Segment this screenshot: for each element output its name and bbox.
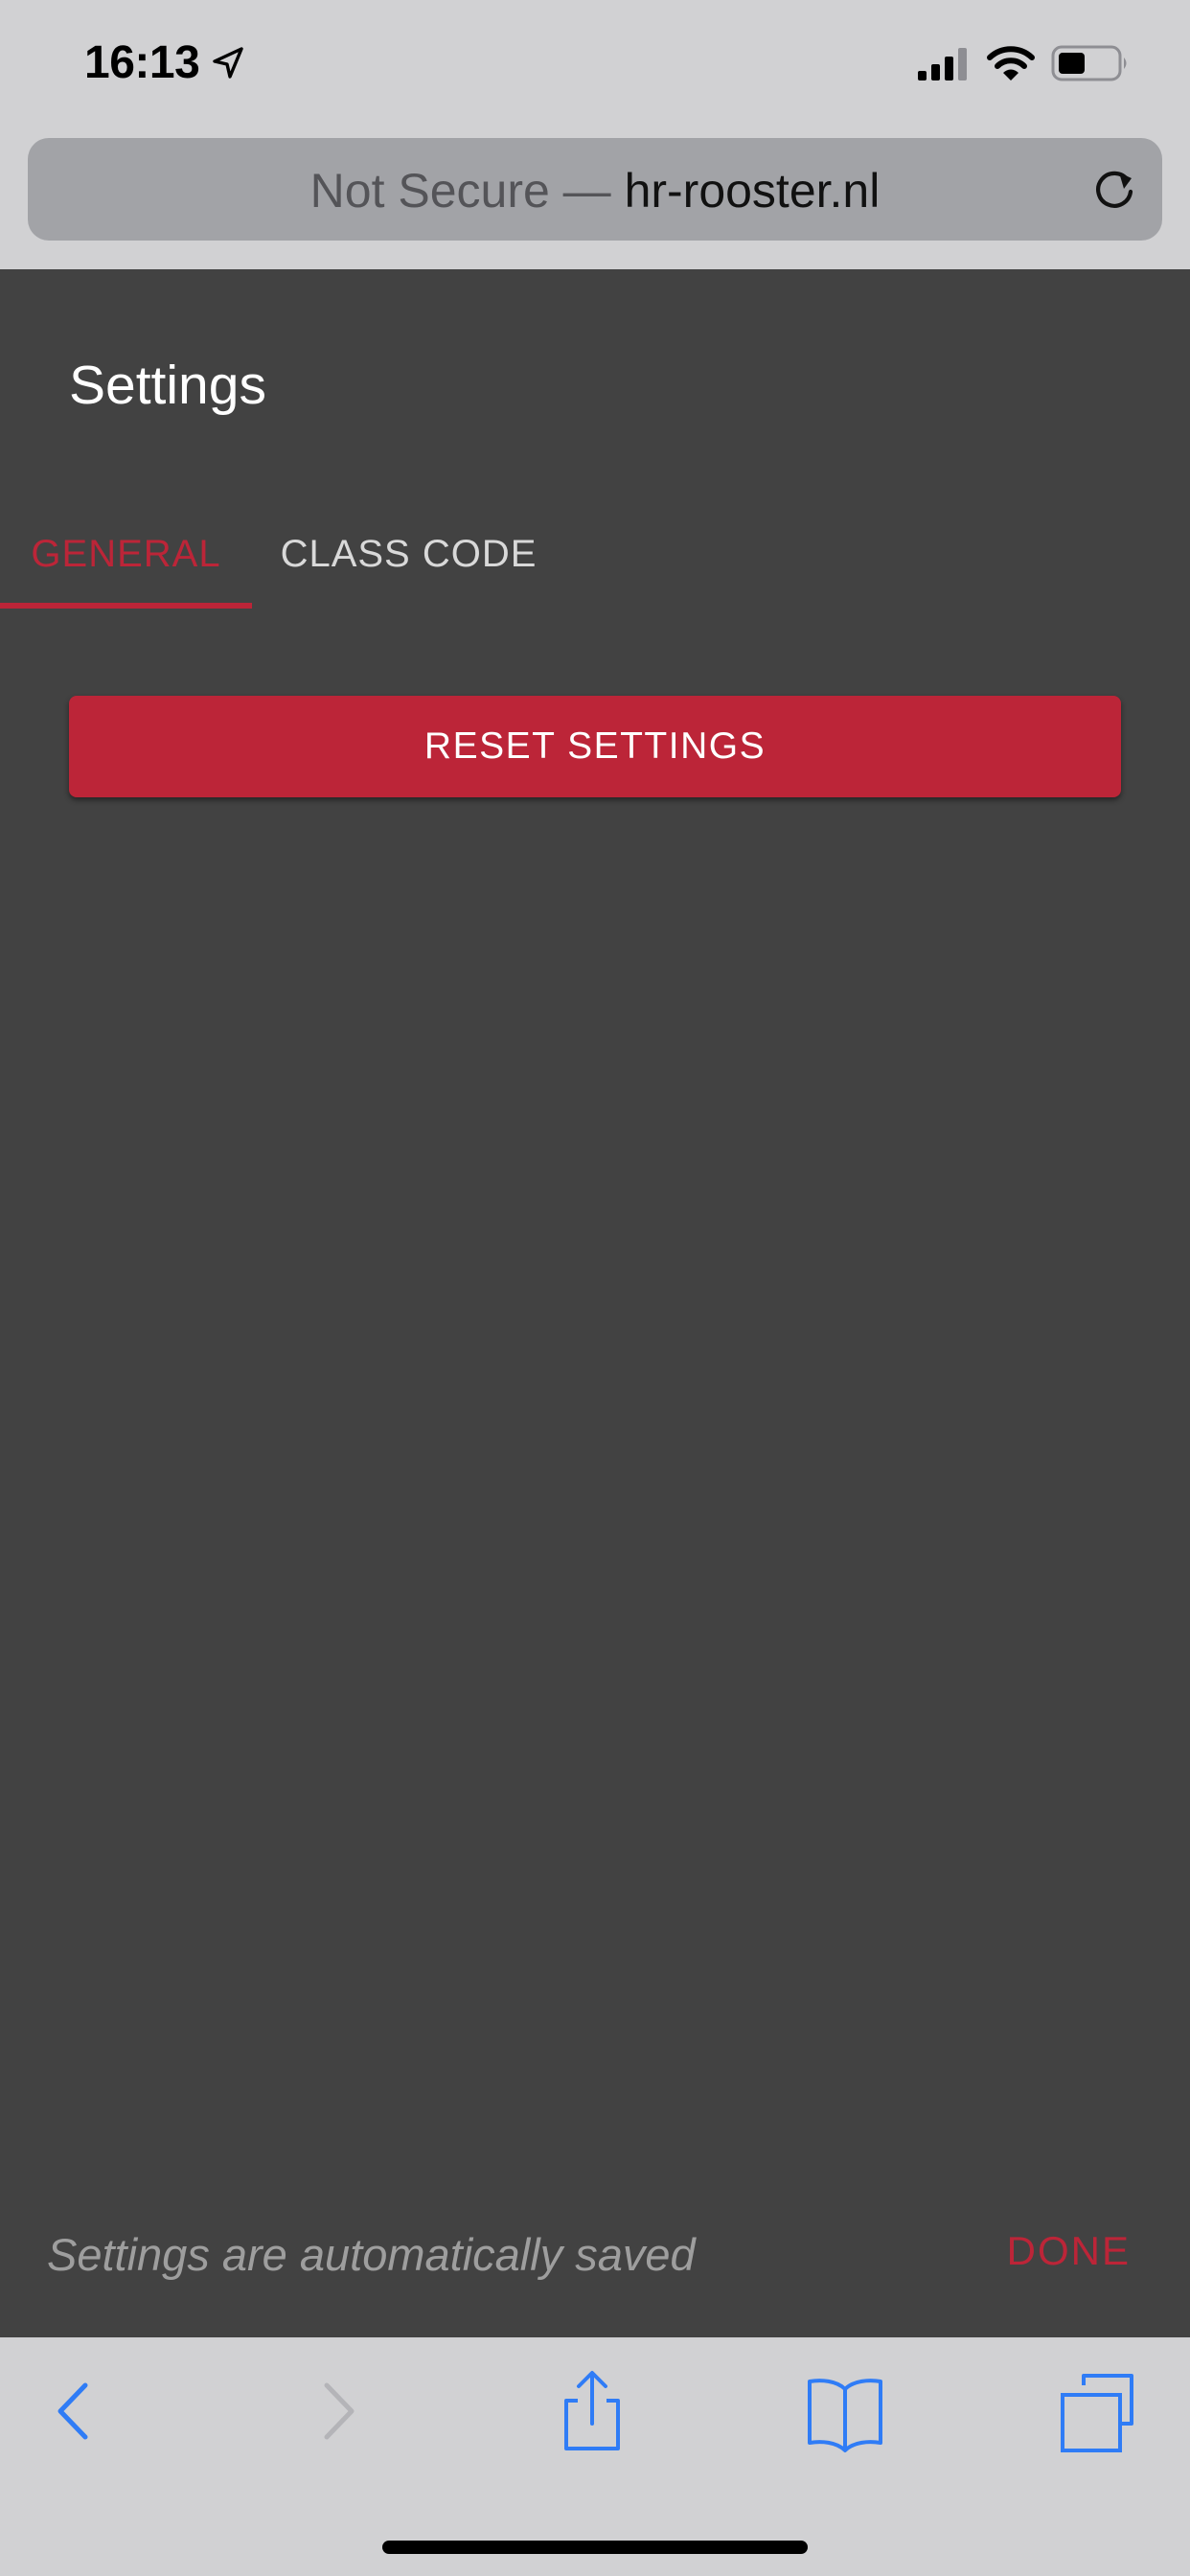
cellular-signal-icon [918,48,967,80]
address-text[interactable]: Not Secure — hr-rooster.nl [28,164,1162,218]
address-bar[interactable]: Not Secure — hr-rooster.nl [28,138,1162,241]
autosave-note: Settings are automatically saved [47,2229,696,2280]
home-indicator [382,2541,808,2554]
tab-class-code[interactable]: CLASS CODE [252,499,565,609]
browser-toolbar [0,2337,1190,2576]
wifi-icon [987,46,1035,80]
status-bar: 16:13 [0,0,1190,134]
share-icon[interactable] [549,2368,635,2454]
back-icon[interactable] [32,2368,118,2454]
reset-settings-button[interactable]: RESET SETTINGS [69,696,1121,797]
status-time: 16:13 [84,37,200,88]
settings-page: Settings GENERAL CLASS CODE RESET SETTIN… [0,269,1190,2337]
bookmarks-icon[interactable] [802,2368,888,2454]
forward-icon[interactable] [294,2368,380,2454]
location-arrow-icon [213,47,243,79]
battery-icon [1051,45,1127,81]
done-button[interactable]: DONE [1007,2228,1131,2274]
reload-icon[interactable] [1089,165,1139,215]
not-secure-label: Not Secure — [309,164,625,218]
settings-tabs: GENERAL CLASS CODE [0,499,1190,609]
url-host: hr-rooster.nl [624,164,881,218]
active-tab-indicator [0,603,252,609]
tabs-icon[interactable] [1055,2368,1141,2454]
phone-screen: 16:13 Not Secure — hr-rooster.nl Setting… [0,0,1190,2576]
tab-general[interactable]: GENERAL [0,499,252,609]
page-title: Settings [69,355,266,416]
